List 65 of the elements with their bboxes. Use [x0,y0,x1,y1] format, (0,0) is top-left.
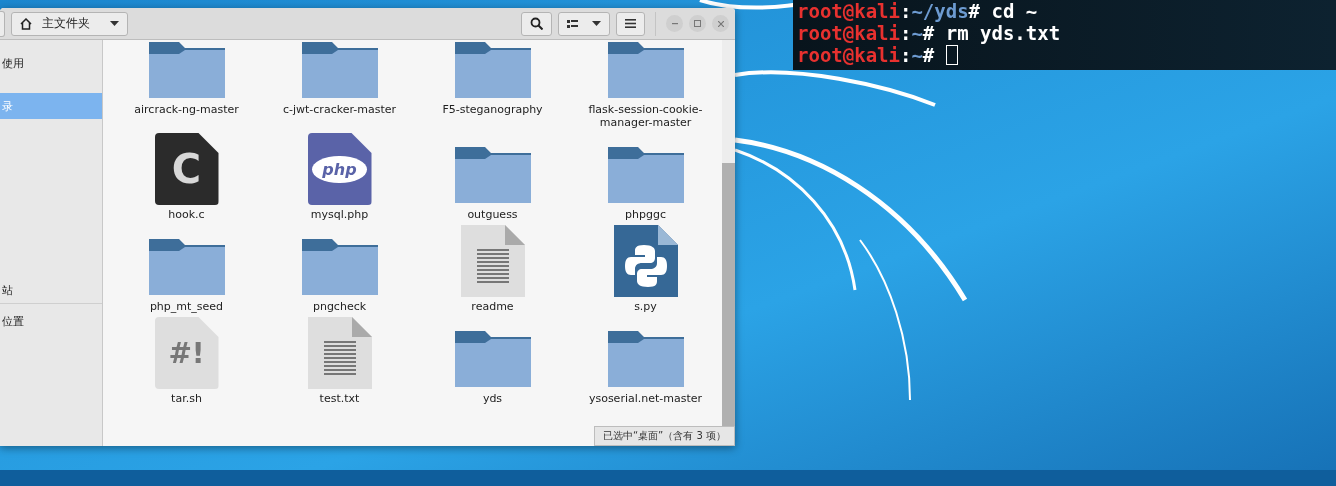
text-file-icon [460,225,525,297]
back-button-edge[interactable] [0,10,5,37]
file-name[interactable]: php_mt_seed [149,300,224,313]
folder-icon [146,237,227,297]
file-name[interactable]: phpggc [625,208,666,221]
terminal-text: # cd ~ [968,0,1038,22]
sidebar-item[interactable]: 使用 [0,50,102,76]
scrollbar-thumb[interactable] [722,163,735,427]
folder-icon [605,40,686,100]
folder-icon [299,237,380,297]
terminal-text: : [899,0,912,22]
file-name[interactable]: tar.sh [171,392,202,405]
maximize-icon [694,20,701,27]
search-icon [530,17,543,30]
terminal-text: root@kali [797,44,900,66]
file-name[interactable]: flask-session-cookie-manager-master [586,103,705,129]
folder-icon [605,145,686,205]
sidebar-item[interactable]: 位置 [0,308,102,334]
file-name[interactable]: hook.c [168,208,205,221]
caret-icon [110,21,119,26]
file-name[interactable]: readme [471,300,514,313]
status-label: 已选中“桌面”（含有 3 项） [593,426,735,446]
terminal-text: ~ [911,44,923,66]
minimize-icon [671,22,678,25]
home-icon [20,17,32,30]
file-name[interactable]: outguess [467,208,518,221]
terminal-text: : [899,22,912,44]
close-icon [717,20,724,27]
terminal-text: ~/yds [911,0,969,22]
folder-icon [146,40,227,100]
folder-icon [452,40,533,100]
text-file-icon [307,317,372,389]
icon-text: C [171,146,202,192]
view-button[interactable] [558,11,610,36]
close-button[interactable] [712,15,729,32]
file-name[interactable]: ysoserial.net-master [588,392,703,405]
file-name[interactable]: pngcheck [312,300,367,313]
terminal-text: root@kali [797,0,900,22]
caret-icon [592,21,601,26]
terminal-text: ~ [911,22,923,44]
terminal-text: : [899,44,912,66]
search-button[interactable] [521,11,552,36]
terminal-text: root@kali [797,22,900,44]
folder-icon [299,40,380,100]
terminal-text: # rm yds.txt [922,22,1061,44]
terminal-text: # [922,44,936,66]
icon-text: php [312,155,367,183]
list-view-icon [567,19,578,28]
location-button[interactable]: 主文件夹 [11,11,128,36]
file-name[interactable]: s.py [634,300,657,313]
folder-icon [452,329,533,389]
file-name[interactable]: aircrack-ng-master [134,103,239,116]
folder-icon [605,329,686,389]
file-name[interactable]: test.txt [319,392,360,405]
icon-text: #! [168,336,205,370]
sidebar-item[interactable]: 站 [0,277,102,303]
file-name[interactable]: c-jwt-cracker-master [282,103,396,116]
file-name[interactable]: mysql.php [310,208,369,221]
folder-icon [452,145,533,205]
file-name[interactable]: F5-steganography [442,103,543,116]
menu-button[interactable] [616,11,645,36]
menu-icon [625,19,636,28]
python-file-icon [613,225,678,297]
maximize-button[interactable] [689,15,706,32]
file-name[interactable]: yds [482,392,503,405]
